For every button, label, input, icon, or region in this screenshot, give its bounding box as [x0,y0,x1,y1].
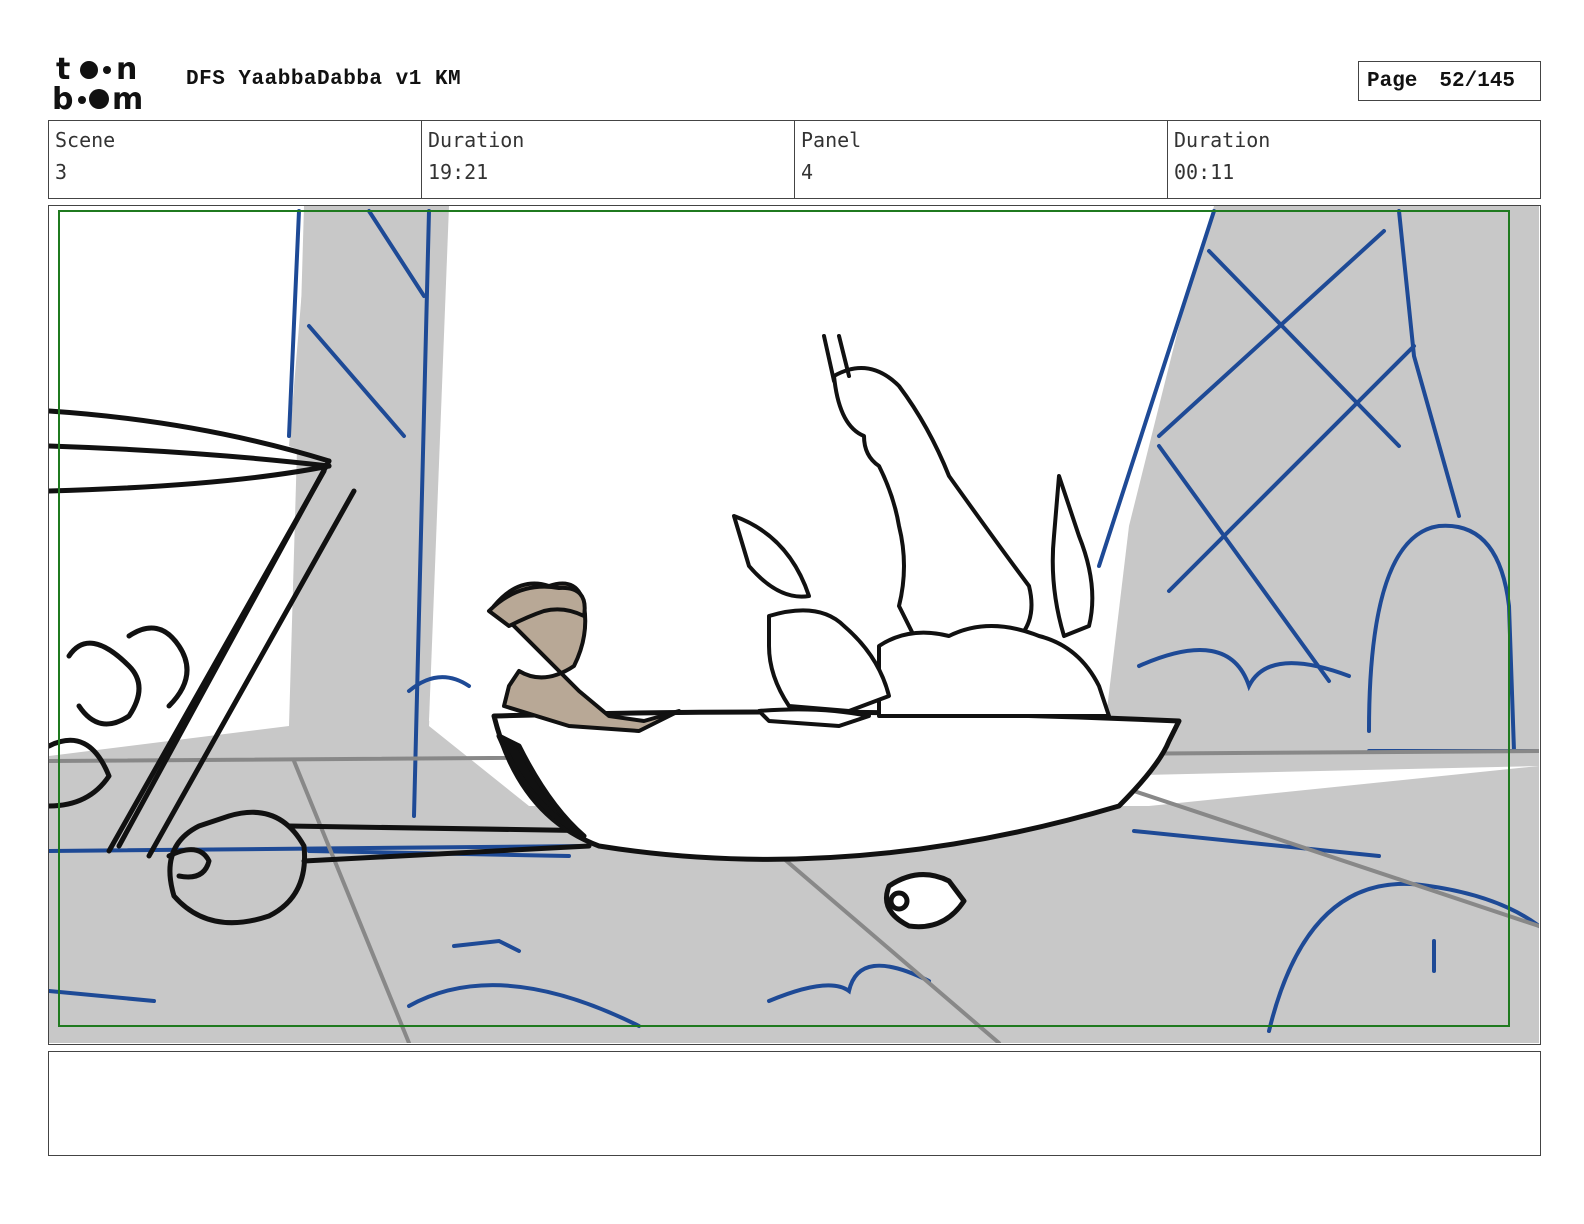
storyboard-sketch [49,206,1539,1043]
page-number: 52/145 [1439,69,1516,93]
svg-text:b: b [52,82,73,112]
panel-cell: Panel 4 [795,121,1168,198]
scene-duration-value: 19:21 [428,160,489,184]
scene-duration-cell: Duration 19:21 [422,121,795,198]
page-label: Page [1367,69,1418,93]
panel-value: 4 [801,160,814,184]
page-indicator: Page 52/145 [1358,61,1541,101]
panel-duration-value: 00:11 [1174,160,1235,184]
panel-notes [48,1051,1541,1156]
panel-duration-label: Duration [1174,128,1271,152]
panel-duration-cell: Duration 00:11 [1168,121,1540,198]
document-title: DFS YaabbaDabba v1 KM [186,68,462,91]
svg-text:m: m [112,82,143,112]
toonboom-logo: t n b m [52,52,143,112]
scene-label: Scene [55,128,116,152]
panel-label: Panel [801,128,862,152]
scene-duration-label: Duration [428,128,525,152]
storyboard-panel [48,205,1541,1045]
scene-value: 3 [55,160,68,184]
scene-cell: Scene 3 [49,121,422,198]
scene-info-table: Scene 3 Duration 19:21 Panel 4 Duration … [48,120,1541,199]
